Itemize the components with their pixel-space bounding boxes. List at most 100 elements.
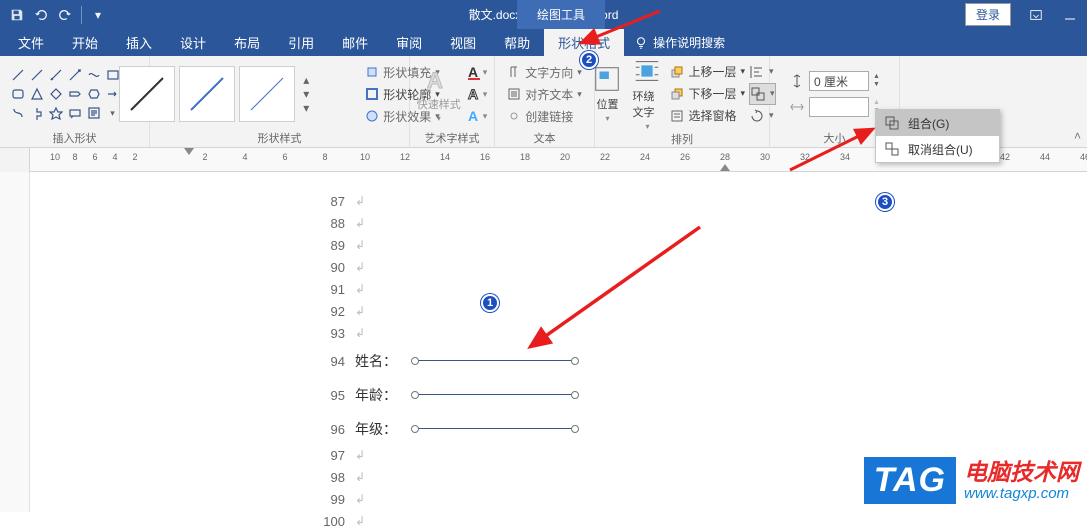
ruler-tick: 8	[322, 152, 327, 162]
quick-access-toolbar: ▾	[0, 4, 109, 26]
line-number: 100	[315, 514, 345, 529]
minimize-icon[interactable]	[1053, 0, 1087, 29]
tab-mailings[interactable]: 邮件	[328, 29, 382, 56]
ruler-tick: 4	[112, 152, 117, 162]
text-fill-button[interactable]: A▾	[467, 61, 488, 83]
line-number: 90	[315, 260, 345, 275]
tab-file[interactable]: 文件	[4, 29, 58, 56]
collapse-ribbon-icon[interactable]: ˄	[1074, 129, 1081, 143]
line-row: 88↲	[315, 212, 365, 234]
line-number: 91	[315, 282, 345, 297]
create-link-button[interactable]: 创建链接	[507, 105, 582, 127]
tell-me-search[interactable]: 操作说明搜索	[624, 29, 725, 56]
tab-insert[interactable]: 插入	[112, 29, 166, 56]
underline-shape[interactable]	[415, 428, 575, 430]
line-row: 98↲	[315, 466, 365, 488]
quick-styles-button[interactable]: A 快速样式▾	[417, 66, 461, 123]
undo-icon[interactable]	[30, 4, 52, 26]
line-row: 99 ↲	[315, 488, 365, 510]
ruler-tick: 2	[202, 152, 207, 162]
ruler-tick: 2	[132, 152, 137, 162]
field-label: 年龄：	[355, 385, 401, 405]
tell-me-label: 操作说明搜索	[653, 34, 725, 51]
ruler-tick: 6	[282, 152, 287, 162]
align-text-button[interactable]: 对齐文本▾	[507, 83, 582, 105]
paragraph-mark: ↲	[355, 304, 365, 318]
save-icon[interactable]	[6, 4, 28, 26]
qat-more-icon[interactable]: ▾	[87, 4, 109, 26]
tab-references[interactable]: 引用	[274, 29, 328, 56]
paragraph-mark: ↲	[355, 470, 365, 484]
svg-text:A: A	[468, 86, 478, 102]
ruler-tick: 34	[840, 152, 850, 162]
line-row: 91 ↲	[315, 278, 365, 300]
watermark: TAG 电脑技术网 www.tagxp.com	[864, 457, 1079, 504]
paragraph-mark: ↲	[355, 238, 365, 252]
lightbulb-icon	[634, 36, 648, 50]
text-effects-button[interactable]: A▾	[467, 105, 488, 127]
ruler-tick: 30	[760, 152, 770, 162]
width-input[interactable]	[809, 97, 869, 117]
tab-review[interactable]: 审阅	[382, 29, 436, 56]
contextual-tab-label: 绘图工具	[517, 0, 605, 29]
paragraph-mark: ↲	[355, 260, 365, 274]
paragraph-mark: ↲	[355, 514, 365, 528]
line-row: 100 ↲	[315, 510, 365, 532]
line-row: 89 ↲	[315, 234, 365, 256]
tab-help[interactable]: 帮助	[490, 29, 544, 56]
underline-shape[interactable]	[415, 360, 575, 362]
ruler-tick: 44	[1040, 152, 1050, 162]
text-direction-button[interactable]: 文字方向▾	[507, 61, 582, 83]
text-outline-button[interactable]: A▾	[467, 83, 488, 105]
line-row: 90 ↲	[315, 256, 365, 278]
height-input[interactable]: 0 厘米	[809, 71, 869, 91]
wrap-text-button[interactable]: 环绕文字▾	[628, 56, 666, 131]
tab-home[interactable]: 开始	[58, 29, 112, 56]
selection-pane-button[interactable]: 选择窗格	[670, 105, 745, 127]
send-backward-button[interactable]: 下移一层 ▾	[670, 83, 745, 105]
line-style-gallery[interactable]: ▴▾▾	[119, 66, 355, 122]
group-label: 排列	[601, 131, 763, 147]
paragraph-mark: ↲	[355, 282, 365, 296]
menu-item-ungroup[interactable]: 取消组合(U)	[876, 136, 999, 162]
tab-layout[interactable]: 布局	[220, 29, 274, 56]
ruler-tick: 26	[680, 152, 690, 162]
menu-item-group[interactable]: 组合(G)	[876, 110, 999, 136]
ruler-tick: 12	[400, 152, 410, 162]
line-number: 96	[315, 422, 345, 437]
tab-design[interactable]: 设计	[166, 29, 220, 56]
group-dropdown-menu: 组合(G) 取消组合(U)	[875, 109, 1000, 163]
group-label: 插入形状	[6, 130, 143, 147]
ruler-tick: 14	[440, 152, 450, 162]
ribbon-options-icon[interactable]	[1019, 0, 1053, 29]
line-row: 87 ↲	[315, 190, 365, 212]
paragraph-mark: ↲	[355, 492, 365, 506]
group-text: 文字方向▾ 对齐文本▾ 创建链接 文本	[495, 56, 595, 147]
vertical-ruler[interactable]	[0, 172, 30, 512]
redo-icon[interactable]	[54, 4, 76, 26]
ruler-tick: 18	[520, 152, 530, 162]
ruler-tick: 22	[600, 152, 610, 162]
position-button[interactable]: 位置▾	[588, 64, 626, 123]
window-controls: 登录	[957, 0, 1087, 29]
annotation-badge-3: 3	[876, 193, 894, 211]
line-number: 89	[315, 238, 345, 253]
group-arrange: 位置▾ 环绕文字▾ 上移一层 ▾ 下移一层 ▾ 选择窗格 ▾ ▾ ▾ 排列	[595, 56, 770, 147]
svg-text:A: A	[468, 64, 478, 80]
paragraph-mark: ↲	[355, 448, 365, 462]
group-label: 形状样式	[156, 130, 403, 147]
ruler-tick: 6	[92, 152, 97, 162]
line-number: 88	[315, 216, 345, 231]
login-button[interactable]: 登录	[965, 3, 1011, 26]
tab-view[interactable]: 视图	[436, 29, 490, 56]
paragraph-mark: ↲	[355, 194, 365, 208]
line-row: 92 ↲	[315, 300, 365, 322]
ruler-tick: 10	[360, 152, 370, 162]
bring-forward-button[interactable]: 上移一层 ▾	[670, 61, 745, 83]
underline-shape[interactable]	[415, 394, 575, 396]
line-number: 92	[315, 304, 345, 319]
line-number: 87	[315, 194, 345, 209]
ruler-tick: 28	[720, 152, 730, 162]
field-label: 年级：	[355, 419, 401, 439]
line-number: 99	[315, 492, 345, 507]
